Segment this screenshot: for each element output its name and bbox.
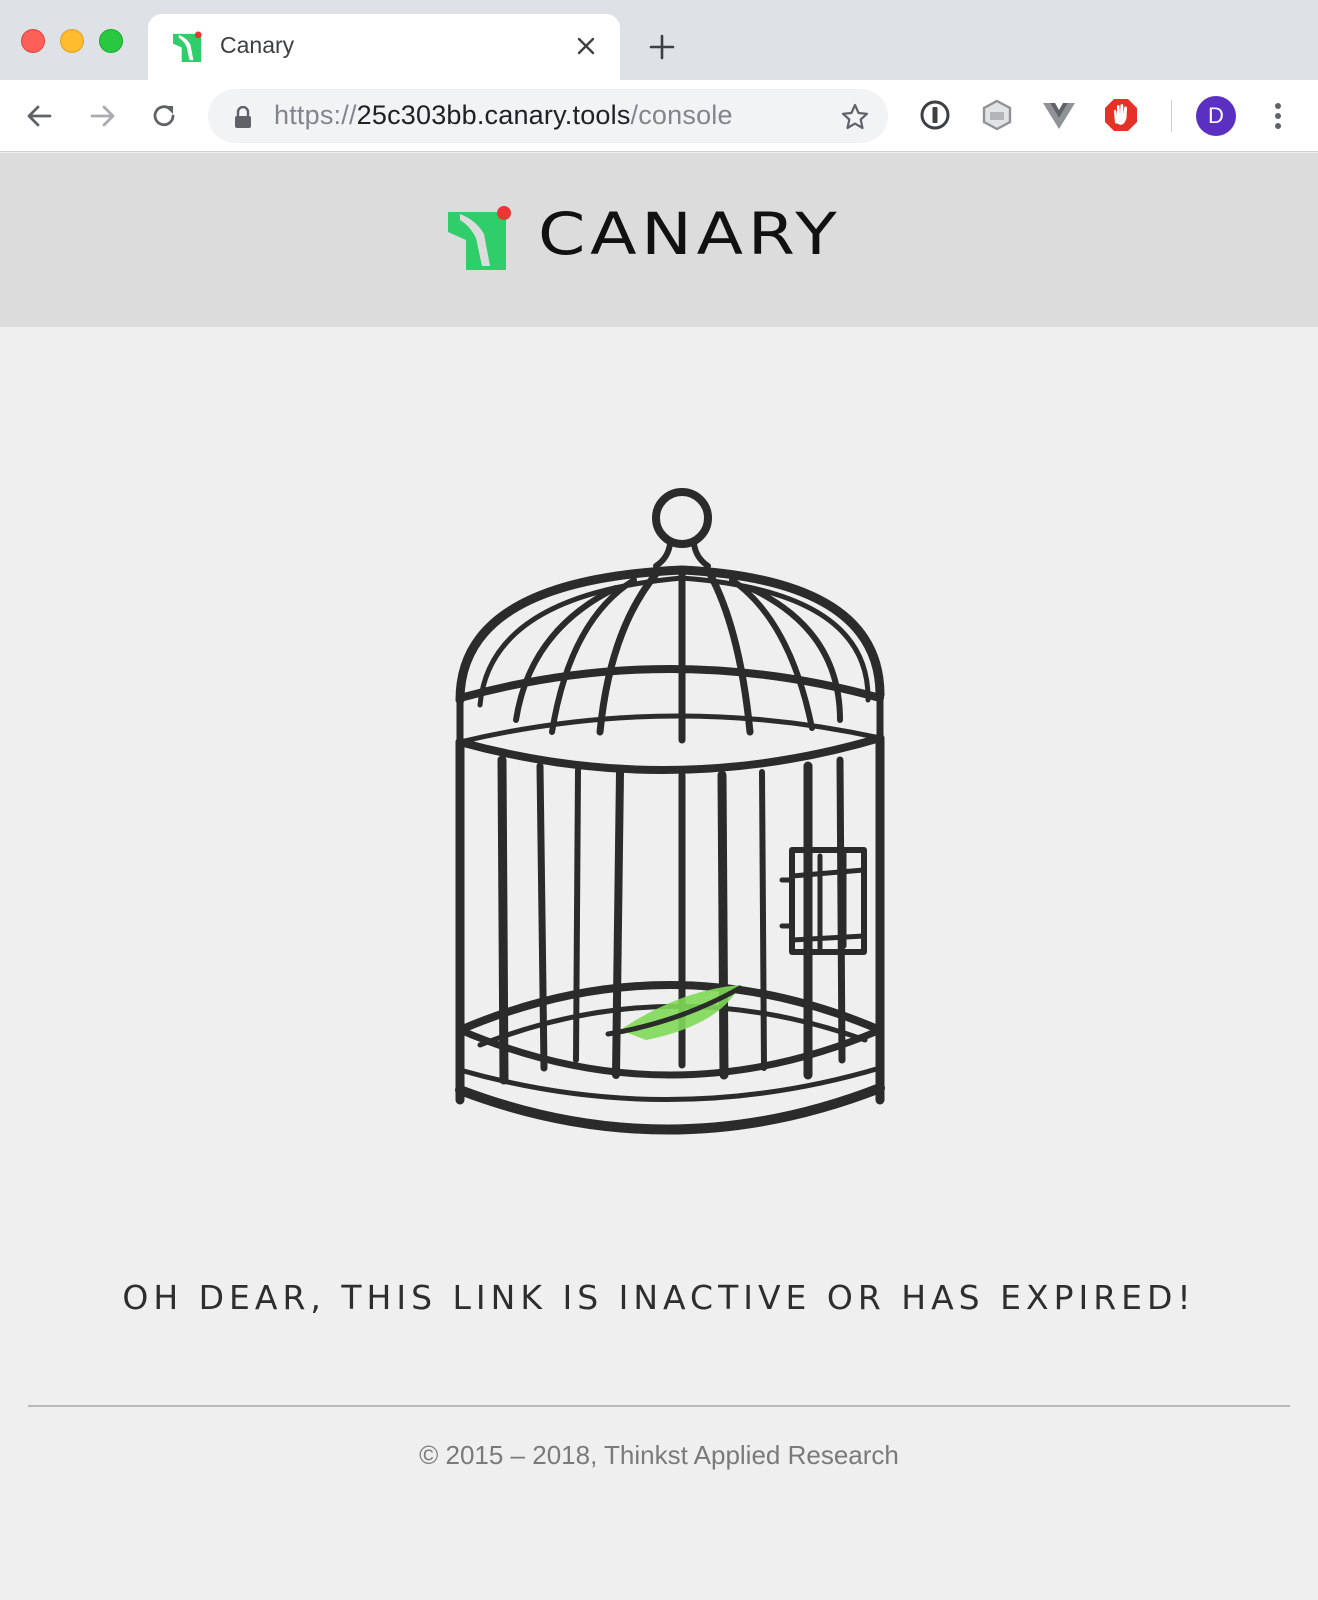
profile-avatar[interactable]: D (1196, 96, 1236, 136)
browser-toolbar: https://25c303bb.canary.tools/console D (0, 80, 1318, 152)
tab-title: Canary (220, 32, 295, 58)
toolbar-separator (1171, 100, 1172, 132)
lock-icon[interactable] (234, 106, 252, 128)
url-path: /console (630, 100, 733, 130)
close-icon[interactable] (572, 32, 600, 60)
site-logo-text: CANARY (538, 200, 842, 268)
bookmark-star-icon[interactable] (840, 102, 870, 132)
vue-devtools-icon[interactable] (1040, 96, 1078, 134)
back-arrow-icon[interactable] (22, 98, 58, 134)
url-scheme: https:// (274, 100, 357, 130)
footer-copyright: © 2015 – 2018, Thinkst Applied Research (419, 1440, 899, 1470)
new-tab-button[interactable] (648, 33, 676, 61)
canary-favicon-icon (172, 31, 202, 63)
reload-icon[interactable] (146, 98, 182, 134)
footer-divider (28, 1405, 1290, 1407)
adblock-icon[interactable] (1102, 96, 1140, 134)
1password-icon[interactable] (916, 96, 954, 134)
browser-tab-bar: Canary (0, 0, 1318, 80)
extension-icon[interactable] (978, 96, 1016, 134)
empty-birdcage-illustration (455, 488, 885, 1135)
window-zoom-button[interactable] (99, 29, 123, 53)
url-text[interactable]: https://25c303bb.canary.tools/console (274, 100, 733, 131)
browser-tab[interactable]: Canary (148, 14, 620, 80)
url-host: 25c303bb.canary.tools (356, 100, 631, 130)
window-minimize-button[interactable] (60, 29, 84, 53)
canary-logo-icon (448, 206, 511, 270)
forward-arrow-icon[interactable] (84, 98, 120, 134)
more-vert-icon[interactable] (1266, 98, 1290, 134)
window-close-button[interactable] (21, 29, 45, 53)
address-bar[interactable]: https://25c303bb.canary.tools/console (208, 89, 888, 143)
site-header: CANARY (0, 153, 1318, 327)
error-message: OH DEAR, THIS LINK IS INACTIVE OR HAS EX… (122, 1278, 1196, 1317)
